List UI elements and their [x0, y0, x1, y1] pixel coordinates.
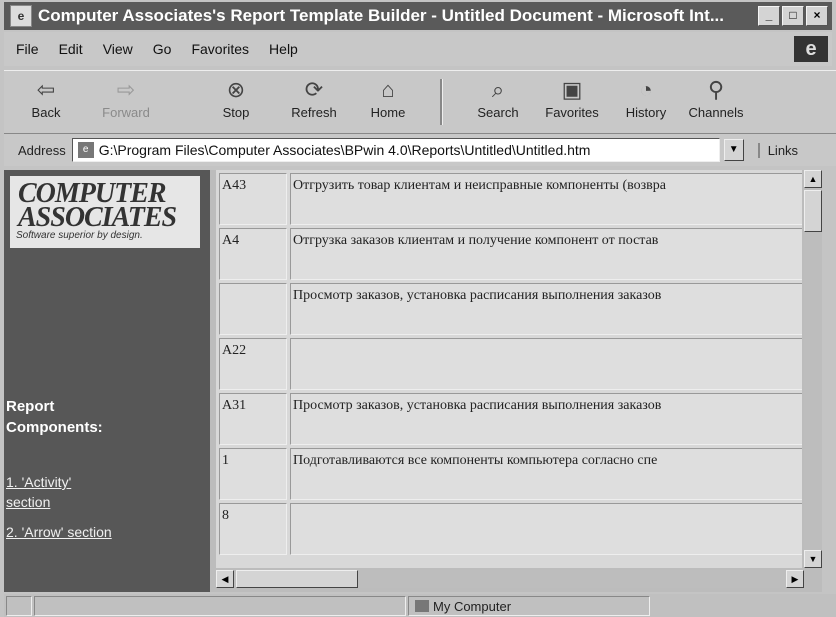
- activity-description-cell: Подготавливаются все компоненты компьюте…: [290, 448, 802, 500]
- horizontal-scroll-thumb[interactable]: [236, 570, 358, 588]
- status-page-icon: [6, 596, 32, 616]
- back-button[interactable]: ⇦ Back: [14, 75, 78, 129]
- channels-label: Channels: [688, 105, 744, 120]
- status-bar: My Computer: [4, 594, 836, 617]
- menu-favorites[interactable]: Favorites: [191, 41, 249, 57]
- maximize-button[interactable]: □: [782, 6, 804, 26]
- activity-description-cell: [290, 338, 802, 390]
- home-label: Home: [370, 105, 406, 120]
- activity-link-line1: 1. 'Activity': [6, 474, 72, 490]
- activity-number-cell: [219, 283, 287, 335]
- links-toolbar[interactable]: Links: [757, 142, 798, 158]
- security-zone-pane: My Computer: [408, 596, 650, 616]
- channels-icon: ⚲: [707, 77, 725, 102]
- forward-button[interactable]: ⇨ Forward: [94, 75, 158, 129]
- search-button[interactable]: ⌕ Search: [466, 75, 530, 129]
- toolbar-separator: [440, 79, 443, 125]
- menu-go[interactable]: Go: [153, 41, 172, 57]
- favorites-label: Favorites: [545, 105, 599, 120]
- activity-number-cell: A43: [219, 173, 287, 225]
- report-sidebar: COMPUTER ASSOCIATES Software superior by…: [4, 170, 210, 592]
- table-row: A31 Просмотр заказов, установка расписан…: [219, 393, 802, 445]
- security-zone-label: My Computer: [433, 598, 512, 614]
- history-label: History: [625, 105, 667, 120]
- scroll-left-arrow-icon[interactable]: ◀: [216, 570, 234, 588]
- activity-number-cell: A22: [219, 338, 287, 390]
- stop-label: Stop: [222, 105, 250, 120]
- forward-arrow-icon: ⇨: [116, 77, 136, 102]
- table-row: 8: [219, 503, 802, 555]
- address-input[interactable]: e G:\Program Files\Computer Associates\B…: [71, 138, 720, 162]
- activity-description-cell: Отгрузка заказов клиентам и получение ко…: [290, 228, 802, 280]
- menu-help[interactable]: Help: [269, 41, 298, 57]
- vertical-scroll-thumb[interactable]: [804, 190, 822, 232]
- title-bar: e Computer Associates's Report Template …: [4, 2, 832, 30]
- home-button[interactable]: ⌂ Home: [356, 75, 420, 129]
- activity-section-link[interactable]: 1. 'Activity' section: [6, 472, 196, 512]
- refresh-icon: ⟳: [304, 77, 324, 102]
- activity-number-cell: 8: [219, 503, 287, 555]
- address-dropdown-button[interactable]: ▼: [723, 139, 744, 161]
- report-components-heading: Report Components:: [6, 396, 196, 438]
- search-label: Search: [477, 105, 519, 120]
- stop-button[interactable]: ⊗ Stop: [204, 75, 268, 129]
- activity-link-line2: section: [6, 494, 51, 510]
- scroll-up-arrow-icon[interactable]: ▲: [804, 170, 822, 188]
- back-label: Back: [31, 105, 61, 120]
- search-icon: ⌕: [491, 77, 505, 102]
- logo-tagline: Software superior by design.: [16, 230, 143, 241]
- vertical-scrollbar[interactable]: ▲ ▼: [804, 170, 822, 568]
- history-icon: ◔: [639, 77, 653, 102]
- table-row: A43 Отгрузить товар клиентам и неисправн…: [219, 173, 802, 225]
- my-computer-icon: [415, 600, 429, 612]
- heading-line1: Report: [6, 398, 55, 415]
- page-content: COMPUTER ASSOCIATES Software superior by…: [4, 170, 822, 592]
- table-row: A4 Отгрузка заказов клиентам и получение…: [219, 228, 802, 280]
- forward-label: Forward: [102, 105, 150, 120]
- ie-throbber-logo-icon: e: [794, 36, 828, 62]
- history-button[interactable]: ◔ History: [614, 75, 678, 129]
- table-row: 1 Подготавливаются все компоненты компью…: [219, 448, 802, 500]
- activity-table: A43 Отгрузить товар клиентам и неисправн…: [216, 170, 802, 558]
- minimize-button[interactable]: _: [758, 6, 780, 26]
- page-icon: e: [77, 142, 94, 158]
- activity-description-cell: Просмотр заказов, установка расписания в…: [290, 283, 802, 335]
- window-title: Computer Associates's Report Template Bu…: [38, 6, 725, 25]
- close-button[interactable]: ×: [806, 6, 828, 26]
- activity-number-cell: A4: [219, 228, 287, 280]
- home-icon: ⌂: [381, 77, 395, 102]
- browser-window: e Computer Associates's Report Template …: [0, 0, 836, 617]
- activity-description-cell: Отгрузить товар клиентам и неисправные к…: [290, 173, 802, 225]
- activity-description-cell: [290, 503, 802, 555]
- menu-bar: File Edit View Go Favorites Help e: [4, 32, 832, 66]
- heading-line2: Components:: [6, 419, 103, 436]
- scroll-right-arrow-icon[interactable]: ▶: [786, 570, 804, 588]
- arrow-section-link[interactable]: 2. 'Arrow' section: [6, 522, 196, 542]
- scroll-down-arrow-icon[interactable]: ▼: [804, 550, 822, 568]
- activity-number-cell: A31: [219, 393, 287, 445]
- table-row: Просмотр заказов, установка расписания в…: [219, 283, 802, 335]
- horizontal-scrollbar[interactable]: ◀ ▶: [216, 570, 804, 588]
- activity-number-cell: 1: [219, 448, 287, 500]
- stop-icon: ⊗: [226, 77, 246, 102]
- ie-app-icon[interactable]: e: [10, 5, 32, 27]
- address-label: Address: [18, 142, 66, 158]
- address-value: G:\Program Files\Computer Associates\BPw…: [98, 142, 591, 158]
- table-row: A22: [219, 338, 802, 390]
- activity-table-frame: A43 Отгрузить товар клиентам и неисправн…: [216, 170, 802, 568]
- favorites-button[interactable]: ▣ Favorites: [540, 75, 604, 129]
- refresh-button[interactable]: ⟳ Refresh: [282, 75, 346, 129]
- menu-view[interactable]: View: [103, 41, 133, 57]
- address-bar: Address e G:\Program Files\Computer Asso…: [4, 134, 836, 166]
- standard-toolbar: ⇦ Back ⇨ Forward ⊗ Stop ⟳ Refresh ⌂ Home…: [4, 70, 836, 134]
- computer-associates-logo: COMPUTER ASSOCIATES Software superior by…: [10, 176, 200, 248]
- channels-button[interactable]: ⚲ Channels: [684, 75, 748, 129]
- activity-description-cell: Просмотр заказов, установка расписания в…: [290, 393, 802, 445]
- status-message-pane: [34, 596, 406, 616]
- back-arrow-icon: ⇦: [36, 77, 56, 102]
- favorites-icon: ▣: [561, 77, 583, 102]
- menu-file[interactable]: File: [16, 41, 39, 57]
- refresh-label: Refresh: [291, 105, 337, 120]
- menu-edit[interactable]: Edit: [59, 41, 83, 57]
